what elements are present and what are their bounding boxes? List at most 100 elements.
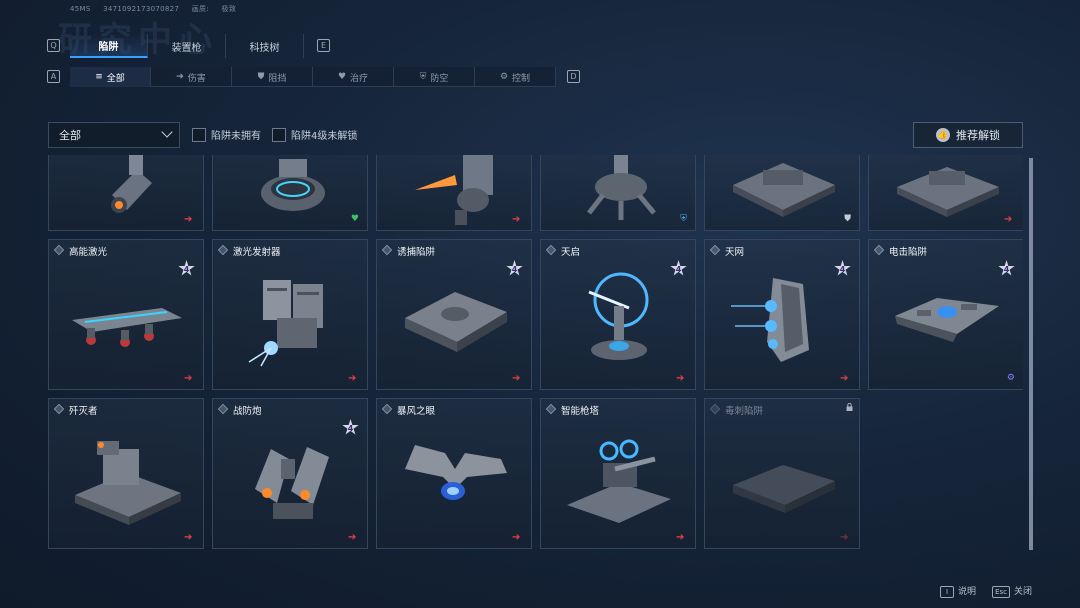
not-owned-checkbox[interactable]: 陷阱未拥有 <box>192 127 261 142</box>
filter-tab-anti-air[interactable]: ⛨ 防空 <box>394 67 475 87</box>
trap-artwork <box>733 465 835 513</box>
trap-artwork <box>895 298 999 342</box>
trap-title: 高能激光 <box>69 247 108 258</box>
scrollbar-thumb[interactable] <box>1029 158 1033 550</box>
damage-arrow-icon: ➔ <box>1004 214 1013 225</box>
trap-title: 毒刺陷阱 <box>725 406 764 417</box>
help-key: I <box>940 586 955 598</box>
trap-title: 智能枪塔 <box>561 406 600 417</box>
cube-icon <box>381 244 393 256</box>
damage-arrow-icon: ➔ <box>348 532 357 543</box>
filter-tab-label: 阻挡 <box>268 73 287 84</box>
filter-tab-heal[interactable]: ♥ 治疗 <box>313 67 394 87</box>
trap-card[interactable]: ⛊ <box>704 155 860 231</box>
trap-title: 战防炮 <box>233 406 262 417</box>
trap-card-laser-emitter[interactable]: 激光发射器 ➔ <box>212 239 368 390</box>
tab-next-key[interactable]: E <box>317 39 330 52</box>
trap-title: 暴风之眼 <box>397 406 436 417</box>
trap-card-skynet[interactable]: 天网 4 ➔ <box>704 239 860 390</box>
trap-card-storm-eye[interactable]: 暴风之眼 ➔ <box>376 398 532 549</box>
trap-artwork <box>255 447 329 519</box>
cube-icon <box>545 403 557 415</box>
close-label: 关闭 <box>1013 587 1032 597</box>
damage-icon: ➔ <box>176 72 184 82</box>
block-icon: ⛊ <box>257 72 265 82</box>
thumbs-up-icon: 👍 <box>936 128 950 142</box>
trap-title: 歼灭者 <box>69 406 98 417</box>
checkbox-label: 陷阱未拥有 <box>211 131 261 142</box>
damage-arrow-icon: ➔ <box>184 532 193 543</box>
trap-title: 天启 <box>561 247 581 258</box>
checkbox-label: 陷阱4级未解锁 <box>291 131 358 142</box>
close-hint[interactable]: Esc 关闭 <box>992 584 1032 598</box>
tab-prev-key[interactable]: Q <box>47 39 60 52</box>
trap-title: 激光发射器 <box>233 247 281 258</box>
trap-card[interactable]: ➔ <box>376 155 532 231</box>
trap-card-annihilator[interactable]: 歼灭者 ➔ <box>48 398 204 549</box>
filter-tab-block[interactable]: ⛊ 阻挡 <box>232 67 313 87</box>
filter-tab-all[interactable]: ≡ 全部 <box>70 67 151 87</box>
trap-card-lure-trap[interactable]: 诱捕陷阱 4 ➔ <box>376 239 532 390</box>
tab-guns[interactable]: 装置枪 <box>148 34 226 58</box>
trap-card[interactable]: ➔ <box>868 155 1023 231</box>
checkbox-box[interactable] <box>192 127 206 142</box>
help-hint[interactable]: I 说明 <box>940 584 976 598</box>
damage-arrow-icon: ➔ <box>512 532 521 543</box>
trap-artwork <box>405 445 507 500</box>
grid-scrollbar[interactable] <box>1029 158 1033 550</box>
trap-card-stinger-trap[interactable]: 毒刺陷阱 ➔ <box>704 398 860 549</box>
trap-artwork <box>897 167 999 217</box>
damage-arrow-icon: ➔ <box>840 532 849 543</box>
filter-prev-key[interactable]: A <box>47 70 60 83</box>
tab-traps[interactable]: 陷阱 <box>70 34 148 58</box>
trap-artwork <box>588 272 649 360</box>
cube-icon <box>217 244 229 256</box>
filter-tab-control[interactable]: ⚙ 控制 <box>475 67 556 87</box>
main-tabs: 陷阱 装置枪 科技树 <box>70 34 304 58</box>
filter-tab-label: 控制 <box>512 73 531 84</box>
cube-icon <box>381 403 393 415</box>
checkbox-box[interactable] <box>272 127 286 142</box>
control-icon: ⚙ <box>499 72 509 82</box>
anti-air-shield-icon: ⛨ <box>680 214 687 224</box>
damage-arrow-icon: ➔ <box>840 373 849 384</box>
recommend-unlock-button[interactable]: 👍 推荐解锁 <box>913 122 1023 148</box>
damage-arrow-icon: ➔ <box>184 214 193 225</box>
trap-artwork <box>405 292 507 352</box>
help-label: 说明 <box>958 587 977 597</box>
trap-artwork <box>415 155 493 225</box>
footer-hints: I 说明 Esc 关闭 <box>940 584 1032 598</box>
trap-card-anti-tank-cannon[interactable]: 战防炮 4 ➔ <box>212 398 368 549</box>
trap-artwork <box>731 278 809 362</box>
damage-arrow-icon: ➔ <box>348 373 357 384</box>
trap-card[interactable]: ⛨ <box>540 155 696 231</box>
damage-arrow-icon: ➔ <box>512 373 521 384</box>
cube-icon <box>53 244 65 256</box>
trap-card-high-energy-laser[interactable]: 高能激光 4 ➔ <box>48 239 204 390</box>
trap-card-smart-turret[interactable]: 智能枪塔 ➔ <box>540 398 696 549</box>
cube-icon <box>545 244 557 256</box>
trap-card-apocalypse[interactable]: 天启 4 ➔ <box>540 239 696 390</box>
dropdown-value: 全部 <box>59 129 81 142</box>
trap-card[interactable]: ♥ <box>212 155 368 231</box>
level4-locked-checkbox[interactable]: 陷阱4级未解锁 <box>272 127 357 142</box>
control-gear-icon: ⚙ <box>1006 373 1015 383</box>
trap-artwork <box>72 308 182 347</box>
trap-card-shock-trap[interactable]: 电击陷阱 4 ⚙ <box>868 239 1023 390</box>
lock-icon <box>846 403 853 411</box>
list-icon: ≡ <box>95 72 103 82</box>
anti-air-icon: ⛨ <box>419 72 427 82</box>
trap-title: 诱捕陷阱 <box>397 247 436 258</box>
trap-type-dropdown[interactable]: 全部 <box>48 122 180 148</box>
filter-tab-label: 防空 <box>430 73 449 84</box>
filter-next-key[interactable]: D <box>567 70 580 83</box>
cube-icon <box>53 403 65 415</box>
filter-tab-damage[interactable]: ➔ 伤害 <box>151 67 232 87</box>
block-shield-icon: ⛊ <box>844 214 851 224</box>
cube-icon <box>709 244 721 256</box>
cube-icon <box>217 403 229 415</box>
damage-arrow-icon: ➔ <box>512 214 521 225</box>
heal-icon: ♥ <box>337 72 347 82</box>
tab-tech-tree[interactable]: 科技树 <box>226 34 304 58</box>
trap-card[interactable]: ➔ <box>48 155 204 231</box>
